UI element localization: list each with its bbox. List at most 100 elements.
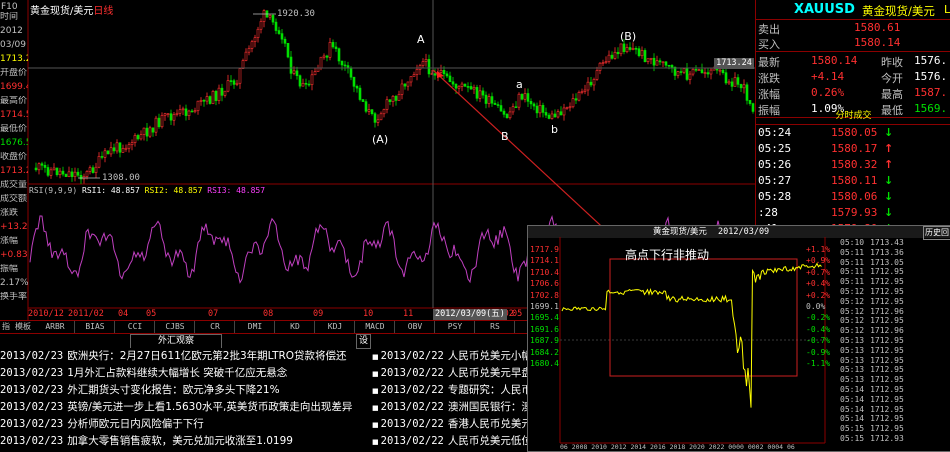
- left-rail-item: +13.24: [0, 222, 28, 232]
- intraday-percent-tick: +1.1%: [806, 245, 831, 254]
- indicator-tab-cr[interactable]: CR: [196, 321, 235, 333]
- news-item[interactable]: 2013/02/23 欧洲央行：2月27日611亿欧元第2批3年期LTRO贷款将偿…: [0, 348, 370, 365]
- candle-body: [322, 55, 326, 58]
- intraday-percent-tick: +0.4%: [806, 279, 831, 289]
- candle-body: [148, 127, 152, 137]
- indicator-tab-cci[interactable]: CCI: [116, 321, 155, 333]
- candle-body: [256, 28, 260, 38]
- stat-value: 0.26%: [811, 86, 845, 99]
- candle-body: [628, 47, 632, 50]
- news-item[interactable]: ■ 2013/02/22 澳洲国民银行：澳: [372, 399, 527, 416]
- f10-tag[interactable]: F10: [1, 2, 18, 12]
- candle-body: [181, 108, 185, 111]
- intraday-tick-price: 1713.05: [870, 257, 904, 267]
- candle-body: [733, 77, 737, 87]
- intraday-tick-price: 1712.95: [870, 277, 904, 287]
- news-item[interactable]: ■ 2013/02/22 专题研究：人民币: [372, 382, 527, 399]
- intraday-tick-time: 05:12: [840, 296, 865, 306]
- stat-label: 最高: [881, 88, 903, 101]
- news-item[interactable]: ■ 2013/02/22 人民币兑美元早盘: [372, 365, 527, 382]
- candle-body: [448, 75, 452, 83]
- toolbar-left-button[interactable]: 指标: [0, 321, 12, 343]
- news-item[interactable]: 2013/02/23 外汇期货头寸变化报告：欧元净多头下降21%: [0, 382, 370, 399]
- candle-body: [427, 59, 431, 75]
- left-rail-item: 03/09: [0, 40, 26, 50]
- candle-body: [151, 127, 155, 133]
- candle-body: [598, 62, 602, 71]
- stat-value: +4.14: [811, 70, 845, 83]
- candle-body: [463, 83, 467, 87]
- rsi-name: RSI(9,9,9): [29, 186, 78, 195]
- intraday-percent-tick: +0.7%: [806, 267, 831, 277]
- candle-body: [742, 84, 746, 89]
- news-tab[interactable]: 外汇观察: [130, 334, 222, 348]
- candle-body: [592, 79, 596, 86]
- candle-body: [634, 48, 638, 50]
- news-item[interactable]: 2013/02/23 分析师欧元日内风险偏于下行: [0, 416, 370, 433]
- candle-body: [433, 73, 437, 76]
- indicator-tab-arbr[interactable]: ARBR: [36, 321, 75, 333]
- candle-body: [52, 167, 56, 171]
- candle-body: [406, 81, 410, 87]
- candle-body: [334, 46, 338, 49]
- indicator-tab-cjbs[interactable]: CJBS: [156, 321, 195, 333]
- indicator-tab-macd[interactable]: MACD: [356, 321, 395, 333]
- intraday-percent-tick: -1.1%: [806, 359, 831, 368]
- indicator-tab-kdj[interactable]: KDJ: [316, 321, 355, 333]
- candle-body: [259, 21, 263, 30]
- news-item[interactable]: 2013/02/23 加拿大零售销售疲软，美元兑加元收涨至1.0199: [0, 433, 370, 450]
- candle-body: [319, 56, 323, 69]
- intraday-tick-time: 05:13: [840, 365, 865, 375]
- intraday-percent-tick: 0.0%: [806, 302, 826, 311]
- candle-body: [736, 77, 740, 85]
- left-rail-item: 最高价: [0, 96, 28, 106]
- indicator-tab-psy[interactable]: PSY: [436, 321, 475, 333]
- intraday-tick-time: 05:10: [840, 238, 865, 247]
- candle-body: [517, 93, 521, 108]
- intraday-price-tick: 1714.1: [530, 256, 559, 266]
- candle-body: [511, 106, 515, 113]
- candle-body: [160, 115, 164, 128]
- news-item[interactable]: 2013/02/23 英镑/美元进一步上看1.5630水平,英美货币政策走向出现差…: [0, 399, 370, 416]
- intraday-tick-time: 05:11: [840, 257, 865, 267]
- candle-body: [604, 61, 608, 63]
- indicator-tab-obv[interactable]: OBV: [396, 321, 435, 333]
- news-item[interactable]: 2013/02/23 1月外汇占款料继续大幅增长 突破千亿应无悬念: [0, 365, 370, 382]
- candle-body: [94, 166, 98, 173]
- tick-time: 05:24: [758, 126, 792, 139]
- rsi2-value: RSI2: 48.857: [144, 186, 203, 195]
- news-item[interactable]: ■ 2013/02/22 人民币兑美元低位: [372, 433, 527, 450]
- indicator-tab-kd[interactable]: KD: [276, 321, 315, 333]
- news-settings-button[interactable]: 设: [356, 334, 371, 349]
- candle-body: [100, 156, 104, 158]
- intraday-price-tick: 1702.8: [530, 290, 559, 300]
- intraday-tick-row: 05:10 1713.43: [840, 238, 950, 247]
- indicator-tab-bias[interactable]: BIAS: [76, 321, 115, 333]
- left-rail-item: 涨跌: [0, 208, 19, 218]
- candle-body: [421, 61, 425, 67]
- candle-body: [88, 167, 92, 172]
- candle-body: [304, 82, 308, 85]
- candle-body: [298, 75, 302, 87]
- intraday-price-tick: 1695.4: [530, 313, 559, 323]
- candle-body: [493, 102, 497, 105]
- indicator-tab-dmi[interactable]: DMI: [236, 321, 275, 333]
- toolbar-left-button[interactable]: 模板: [12, 321, 34, 333]
- intraday-tick-row: 05:14 1712.95: [840, 414, 950, 423]
- candle-body: [424, 59, 428, 62]
- candle-body: [202, 100, 206, 102]
- candle-body: [601, 62, 605, 64]
- news-item[interactable]: ■ 2013/02/22 香港人民币兑美元: [372, 416, 527, 433]
- sell-value: 1580.61: [854, 21, 901, 34]
- left-rail-item: 1713.24: [0, 166, 28, 176]
- stat-value: 1587.: [914, 86, 948, 99]
- candle-body: [457, 86, 461, 89]
- candle-body: [145, 127, 149, 137]
- news-item[interactable]: ■ 2013/02/22 人民币兑美元小幅: [372, 348, 527, 365]
- tick-row: :28 1579.93 ↓: [756, 205, 950, 221]
- intraday-price-tick: 1687.9: [530, 336, 559, 346]
- indicator-tab-rs[interactable]: RS: [476, 321, 515, 333]
- candle-body: [97, 156, 101, 168]
- candle-body: [460, 83, 464, 87]
- left-rail-item: 1699.48: [0, 82, 28, 92]
